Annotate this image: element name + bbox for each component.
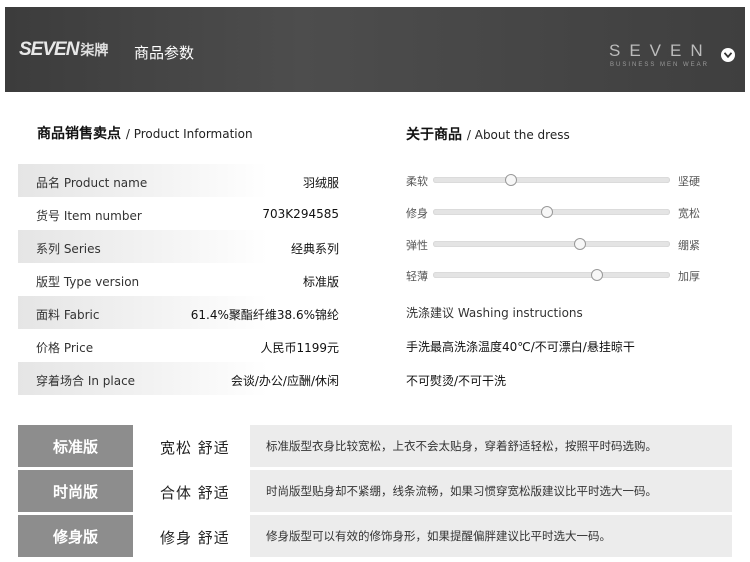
slider-knob [540,206,553,218]
info-row: 系列 Series 经典系列 [18,230,351,263]
version-description: 时尚版型贴身却不紧绷，线条流畅，如果习惯穿宽松版建议比平时选大一码。 [250,470,732,512]
slider-track [433,238,670,250]
info-row-value: 会谈/办公/应酬/休闲 [230,374,339,388]
info-row-value: 标准版 [302,275,339,289]
version-description: 修身版型可以有效的修饰身形，如果提醒偏胖建议比平时选大一码。 [250,515,732,557]
slider-left-label: 修身 [406,207,428,220]
info-row-label: 品名 Product name [36,176,148,190]
slider-knob [590,269,603,281]
product-info-title-en: / Product Information [125,127,253,141]
info-row-label: 面料 Fabric [36,308,100,322]
version-feature: 合体 舒适 [160,484,230,502]
version-badge: 标准版 [18,425,133,467]
logo-chinese: 柒牌 [80,43,109,59]
brand-subtitle: BUSINESS MEN WEAR [610,62,710,68]
slider-track [433,174,670,186]
version-feature: 修身 舒适 [160,529,230,547]
info-row: 品名 Product name 羽绒服 [18,164,351,197]
slider-right-label: 坚硬 [678,175,700,188]
product-info-title: 商品销售卖点 / Product Information [37,123,253,143]
version-badge: 时尚版 [18,470,133,512]
info-row-label: 系列 Series [36,242,101,256]
info-row: 货号 Item number 703K294585 [18,197,351,230]
washing-line-1: 手洗最高洗涤温度40℃/不可漂白/悬挂晾干 [406,340,635,354]
attribute-slider: 弹性 绷紧 [406,237,706,252]
slider-knob [573,238,586,250]
info-row: 穿着场合 In place 会谈/办公/应酬/休闲 [18,362,351,395]
info-row: 版型 Type version 标准版 [18,263,351,296]
about-title-en: / About the dress [466,128,570,142]
info-row-value: 703K294585 [262,207,339,221]
brand-word: SEVEN [609,41,712,60]
info-row-value: 人民币1199元 [260,341,339,355]
version-badge: 修身版 [18,515,133,557]
info-row-value: 经典系列 [290,242,339,256]
logo-mark: SEVEN [19,39,79,60]
info-row-value: 羽绒服 [302,176,339,190]
chevron-down-icon[interactable] [721,48,735,62]
version-description: 标准版型衣身比较宽松，上衣不会太贴身，穿着舒适轻松，按照平时码选购。 [250,425,732,467]
info-row-label: 穿着场合 In place [36,374,136,388]
product-info-title-cn: 商品销售卖点 [37,126,121,142]
info-row: 面料 Fabric 61.4%聚酯纤维38.6%锦纶 [18,296,351,329]
attribute-slider: 轻薄 加厚 [406,268,706,283]
brand-logo: SEVEN 柒牌 [19,39,109,60]
slider-track [433,206,670,218]
slider-left-label: 弹性 [406,239,428,252]
slider-left-label: 轻薄 [406,270,428,283]
header-banner: SEVEN 柒牌 商品参数 SEVEN BUSINESS MEN WEAR [5,7,745,92]
info-row-label: 价格 Price [36,341,94,355]
slider-knob [505,174,518,186]
slider-right-label: 加厚 [678,270,700,283]
attribute-slider: 修身 宽松 [406,205,706,220]
about-title-cn: 关于商品 [406,127,462,143]
slider-left-label: 柔软 [406,175,428,188]
attribute-slider: 柔软 坚硬 [406,173,706,188]
info-row-label: 版型 Type version [36,275,140,289]
version-feature: 宽松 舒适 [160,439,230,457]
washing-line-2: 不可熨烫/不可干洗 [406,374,507,388]
info-row-label: 货号 Item number [36,209,142,223]
header-title: 商品参数 [134,44,195,62]
about-title: 关于商品 / About the dress [406,124,570,144]
slider-track [433,269,670,281]
washing-title: 洗涤建议 Washing instructions [406,306,583,320]
slider-right-label: 绷紧 [678,239,700,252]
info-row-value: 61.4%聚酯纤维38.6%锦纶 [190,308,339,322]
info-row: 价格 Price 人民币1199元 [18,329,351,362]
slider-right-label: 宽松 [678,207,700,220]
